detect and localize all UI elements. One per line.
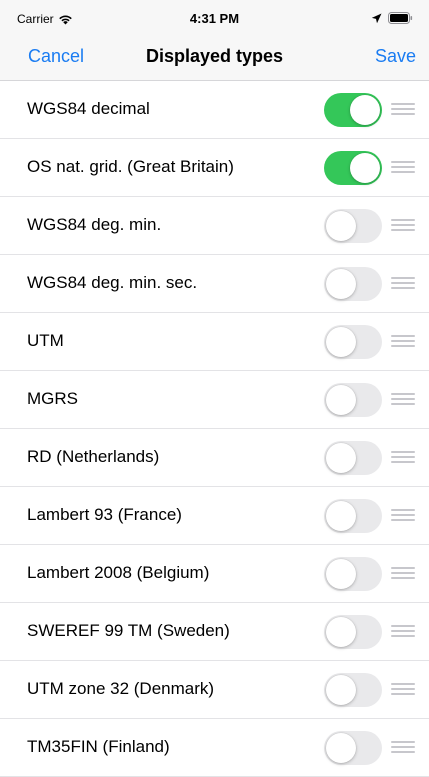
type-row[interactable]: WGS84 decimal xyxy=(0,81,429,139)
reorder-handle-icon[interactable] xyxy=(391,567,415,579)
toggle-knob xyxy=(350,153,380,183)
type-label: UTM zone 32 (Denmark) xyxy=(27,679,215,698)
reorder-handle-icon[interactable] xyxy=(391,451,415,463)
toggle-knob xyxy=(326,211,356,241)
type-label: WGS84 deg. min. sec. xyxy=(27,273,198,292)
reorder-handle-icon[interactable] xyxy=(391,741,415,753)
toggle-knob xyxy=(326,269,356,299)
type-label: UTM xyxy=(27,331,64,350)
page-title: Displayed types xyxy=(145,46,284,66)
type-row[interactable]: UTM xyxy=(0,313,429,371)
type-toggle[interactable] xyxy=(324,151,382,185)
reorder-handle-icon[interactable] xyxy=(391,277,415,289)
type-label: Lambert 2008 (Belgium) xyxy=(27,563,210,582)
type-label: RD (Netherlands) xyxy=(27,447,160,466)
type-row[interactable]: WGS84 deg. min. xyxy=(0,197,429,255)
toggle-knob xyxy=(326,617,356,647)
type-toggle[interactable] xyxy=(324,93,382,127)
toggle-knob xyxy=(326,559,356,589)
type-row[interactable]: UTM zone 32 (Denmark) xyxy=(0,661,429,719)
type-row[interactable]: MGRS xyxy=(0,371,429,429)
type-toggle[interactable] xyxy=(324,615,382,649)
battery-icon xyxy=(388,12,413,24)
type-toggle[interactable] xyxy=(324,209,382,243)
type-toggle[interactable] xyxy=(324,557,382,591)
reorder-handle-icon[interactable] xyxy=(391,509,415,521)
reorder-handle-icon[interactable] xyxy=(391,219,415,231)
type-label: TM35FIN (Finland) xyxy=(27,737,170,756)
reorder-handle-icon[interactable] xyxy=(391,683,415,695)
toggle-knob xyxy=(326,385,356,415)
type-toggle[interactable] xyxy=(324,731,382,765)
status-right-group xyxy=(371,12,413,24)
toggle-knob xyxy=(350,95,380,125)
toggle-knob xyxy=(326,675,356,705)
displayed-types-list: WGS84 decimal OS nat. grid. (Great Brita… xyxy=(0,81,429,777)
type-label: Lambert 93 (France) xyxy=(27,505,182,524)
type-label: SWEREF 99 TM (Sweden) xyxy=(27,621,230,640)
type-label: WGS84 decimal xyxy=(27,99,150,118)
reorder-handle-icon[interactable] xyxy=(391,161,415,173)
status-time: 4:31 PM xyxy=(189,11,240,26)
type-toggle[interactable] xyxy=(324,267,382,301)
toggle-knob xyxy=(326,733,356,763)
type-row[interactable]: TM35FIN (Finland) xyxy=(0,719,429,777)
type-toggle[interactable] xyxy=(324,499,382,533)
type-row[interactable]: Lambert 2008 (Belgium) xyxy=(0,545,429,603)
save-button[interactable]: Save xyxy=(375,46,416,67)
type-toggle[interactable] xyxy=(324,325,382,359)
type-row[interactable]: SWEREF 99 TM (Sweden) xyxy=(0,603,429,661)
navigation-bar: Cancel Displayed types Save xyxy=(0,36,429,81)
type-row[interactable]: RD (Netherlands) xyxy=(0,429,429,487)
type-row[interactable]: WGS84 deg. min. sec. xyxy=(0,255,429,313)
reorder-handle-icon[interactable] xyxy=(391,335,415,347)
reorder-handle-icon[interactable] xyxy=(391,625,415,637)
type-label: MGRS xyxy=(27,389,78,408)
type-label: WGS84 deg. min. xyxy=(27,215,162,234)
type-label: OS nat. grid. (Great Britain) xyxy=(27,157,234,176)
type-toggle[interactable] xyxy=(324,441,382,475)
type-row[interactable]: OS nat. grid. (Great Britain) xyxy=(0,139,429,197)
reorder-handle-icon[interactable] xyxy=(391,393,415,405)
toggle-knob xyxy=(326,443,356,473)
reorder-handle-icon[interactable] xyxy=(391,103,415,115)
status-bar: Carrier 4:31 PM xyxy=(0,0,429,36)
toggle-knob xyxy=(326,327,356,357)
type-toggle[interactable] xyxy=(324,383,382,417)
toggle-knob xyxy=(326,501,356,531)
type-toggle[interactable] xyxy=(324,673,382,707)
type-row[interactable]: Lambert 93 (France) xyxy=(0,487,429,545)
location-arrow-icon xyxy=(371,13,382,24)
